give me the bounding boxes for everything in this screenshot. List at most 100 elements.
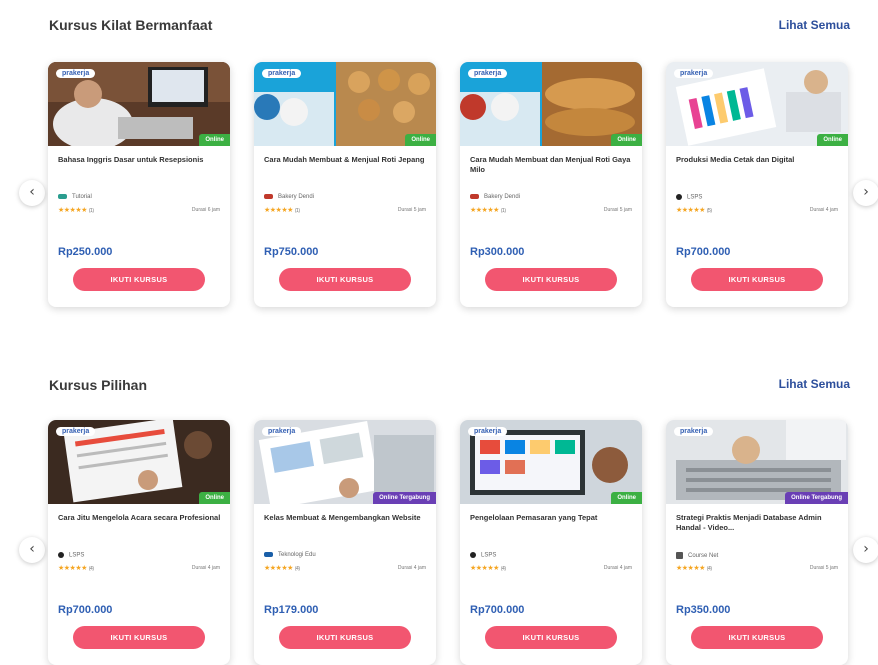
section-kursus-kilat: Kursus Kilat Bermanfaat Lihat Semua ‹ › … [0,0,878,330]
enroll-button[interactable]: IKUTI KURSUS [279,626,411,649]
price: Rp750.000 [264,246,319,258]
course-title[interactable]: Cara Mudah Membuat dan Menjual Roti Gaya… [470,155,634,177]
status-badge: Online [199,134,230,146]
prakerja-logo: prakerja [262,69,302,78]
duration: Durasi 6 jam [191,207,220,213]
course-card[interactable]: prakerja Online Tergabung Strategi Prakt… [666,420,848,665]
duration: Durasi 4 jam [191,565,220,571]
enroll-button[interactable]: IKUTI KURSUS [279,268,411,291]
price: Rp250.000 [58,246,113,258]
prakerja-logo: prakerja [468,427,508,436]
duration: Durasi 4 jam [603,565,632,571]
enroll-button[interactable]: IKUTI KURSUS [691,626,823,649]
price: Rp179.000 [264,604,319,616]
course-title[interactable]: Cara Jitu Mengelola Acara secara Profesi… [58,513,222,535]
rating-count: (5) [706,208,712,214]
rating-stars: ★★★★★ (4) [264,565,300,572]
rating-row: ★★★★★ (1) Durasi 5 jam [264,206,426,216]
prakerja-logo: prakerja [262,427,302,436]
enroll-button[interactable]: IKUTI KURSUS [485,268,617,291]
enroll-button[interactable]: IKUTI KURSUS [485,626,617,649]
course-thumbnail: prakerja Online [460,420,642,504]
provider-name: Course Net [688,553,719,560]
rating-row: ★★★★★ (4) Durasi 4 jam [470,564,632,574]
rating-stars: ★★★★★ (4) [470,565,506,572]
provider-name: LSPS [481,552,497,559]
rating-row: ★★★★★ (1) Durasi 5 jam [470,206,632,216]
provider-logo [470,552,476,558]
prakerja-logo: prakerja [56,427,96,436]
provider-logo [58,552,64,558]
see-all-link[interactable]: Lihat Semua [779,18,850,32]
course-title[interactable]: Bahasa Inggris Dasar untuk Resepsionis [58,155,222,177]
enroll-button[interactable]: IKUTI KURSUS [73,268,205,291]
course-card[interactable]: prakerja Online Cara Jitu Mengelola Acar… [48,420,230,665]
provider: Bakery Dendi [264,194,314,200]
course-thumbnail: prakerja Online Tergabung [254,420,436,504]
course-title[interactable]: Pengelolaan Pemasaran yang Tepat [470,513,634,535]
section-title: Kursus Pilihan [49,377,148,393]
enroll-button[interactable]: IKUTI KURSUS [691,268,823,291]
course-card[interactable]: prakerja Online Cara Mudah Membuat & Men… [254,62,436,307]
prakerja-logo: prakerja [56,69,96,78]
rating-count: (4) [88,566,94,572]
course-title[interactable]: Kelas Membuat & Mengembangkan Website [264,513,428,535]
provider-name: LSPS [69,552,85,559]
course-card[interactable]: prakerja Online Produksi Media Cetak dan… [666,62,848,307]
rating-count: (4) [706,566,712,572]
course-thumbnail: prakerja Online [48,62,230,146]
status-badge: Online [199,492,230,504]
provider: Course Net [676,552,718,559]
prakerja-logo: prakerja [468,69,508,78]
rating-row: ★★★★★ (4) Durasi 4 jam [58,564,220,574]
price: Rp300.000 [470,246,525,258]
provider-name: Tutorial [72,194,92,201]
status-badge: Online Tergabung [373,492,436,504]
provider: LSPS [676,194,702,201]
carousel-prev-button[interactable]: ‹ [19,537,45,563]
status-badge: Online [611,134,642,146]
see-all-link[interactable]: Lihat Semua [779,377,850,391]
carousel-prev-button[interactable]: ‹ [19,180,45,206]
rating-stars: ★★★★★ (4) [676,565,712,572]
carousel-next-button[interactable]: › [853,180,878,206]
provider-logo [264,552,273,557]
rating-stars: ★★★★★ (4) [58,565,94,572]
provider: Bakery Dendi [470,194,520,200]
course-title[interactable]: Cara Mudah Membuat & Menjual Roti Jepang [264,155,428,177]
duration: Durasi 5 jam [397,207,426,213]
status-badge: Online [405,134,436,146]
course-title[interactable]: Produksi Media Cetak dan Digital [676,155,840,177]
carousel-next-button[interactable]: › [853,537,878,563]
prakerja-logo: prakerja [674,69,714,78]
course-thumbnail: prakerja Online [48,420,230,504]
rating-row: ★★★★★ (5) Durasi 4 jam [676,206,838,216]
rating-count: (4) [294,566,300,572]
provider-logo [470,194,479,199]
provider-logo [676,552,683,559]
provider-logo [676,194,682,200]
rating-row: ★★★★★ (1) Durasi 6 jam [58,206,220,216]
course-card[interactable]: prakerja Online Tergabung Kelas Membuat … [254,420,436,665]
price: Rp700.000 [470,604,525,616]
course-card[interactable]: prakerja Online Pengelolaan Pemasaran ya… [460,420,642,665]
duration: Durasi 4 jam [397,565,426,571]
chevron-right-icon: › [863,541,869,557]
rating-stars: ★★★★★ (1) [470,207,506,214]
rating-stars: ★★★★★ (1) [264,207,300,214]
course-thumbnail: prakerja Online [666,62,848,146]
course-card[interactable]: prakerja Online Cara Mudah Membuat dan M… [460,62,642,307]
section-kursus-pilihan: Kursus Pilihan Lihat Semua ‹ › prakerja … [0,360,878,665]
price: Rp350.000 [676,604,731,616]
course-card[interactable]: prakerja Online Bahasa Inggris Dasar unt… [48,62,230,307]
course-title[interactable]: Strategi Praktis Menjadi Database Admin … [676,513,840,535]
rating-row: ★★★★★ (4) Durasi 4 jam [264,564,426,574]
chevron-right-icon: › [863,184,869,200]
provider: Teknologi Edu [264,552,316,558]
course-thumbnail: prakerja Online [460,62,642,146]
enroll-button[interactable]: IKUTI KURSUS [73,626,205,649]
rating-stars: ★★★★★ (5) [676,207,712,214]
chevron-left-icon: ‹ [29,541,35,557]
status-badge: Online Tergabung [785,492,848,504]
provider-logo [264,194,273,199]
